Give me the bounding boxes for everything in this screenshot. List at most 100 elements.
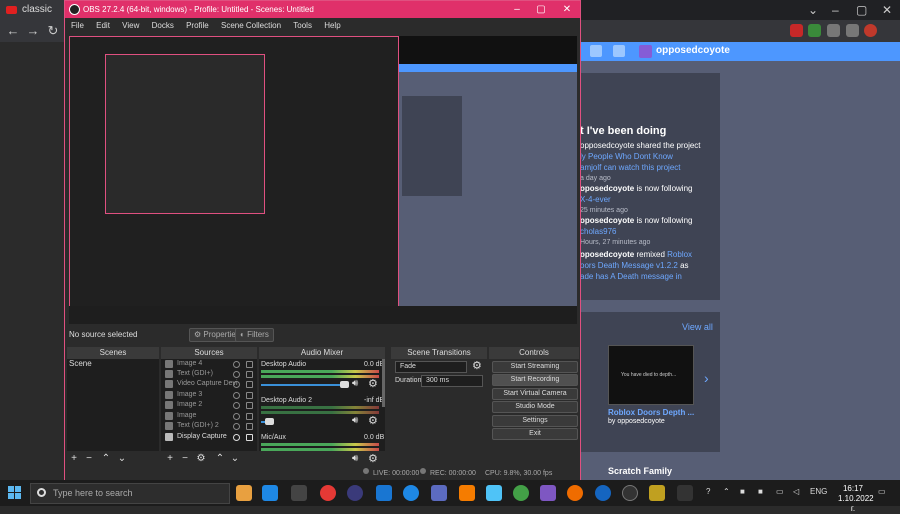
sidepanel-icon[interactable] (846, 24, 859, 37)
lock-icon[interactable] (246, 392, 253, 399)
app-icon[interactable] (376, 485, 392, 501)
gear-icon[interactable]: ⚙ (472, 359, 482, 372)
windows-start-icon[interactable] (8, 486, 22, 500)
eye-icon[interactable] (233, 381, 240, 388)
gear-icon[interactable]: ⚙ (368, 414, 378, 427)
menu-scene-collection[interactable]: Scene Collection (221, 21, 281, 30)
speaker-icon[interactable]: 🔊︎ (352, 378, 358, 389)
start-recording-button[interactable]: Start Recording (492, 374, 578, 386)
view-all-link[interactable]: View all (682, 322, 713, 332)
messages-icon[interactable] (590, 45, 602, 57)
scene-item[interactable]: Scene (69, 359, 157, 368)
gear-icon[interactable]: ⚙ (368, 452, 378, 465)
language-indicator[interactable]: ENG (810, 487, 827, 496)
vlc-icon[interactable] (459, 485, 475, 501)
dropbox-icon[interactable] (262, 485, 278, 501)
mail-icon[interactable] (431, 485, 447, 501)
extension-icon[interactable] (808, 24, 821, 37)
menu-file[interactable]: File (71, 21, 84, 30)
move-down-icon[interactable]: ⌄ (117, 453, 127, 465)
filters-button[interactable]: ◐ Filters (235, 328, 274, 342)
activity-user[interactable]: oposedcoyote (580, 184, 634, 193)
folder-icon[interactable] (613, 45, 625, 57)
eye-icon[interactable] (233, 402, 240, 409)
taskbar-clock[interactable]: 16:17 1.10.2022 г. (838, 484, 874, 514)
edge-icon[interactable] (403, 485, 419, 501)
avatar[interactable] (639, 45, 652, 58)
lock-icon[interactable] (246, 434, 253, 441)
menu-help[interactable]: Help (324, 21, 340, 30)
settings-button[interactable]: Settings (492, 415, 578, 427)
app-icon[interactable] (513, 485, 529, 501)
menu-edit[interactable]: Edit (96, 21, 110, 30)
extension-icon[interactable] (790, 24, 803, 37)
remove-icon[interactable]: − (180, 453, 190, 465)
activity-link[interactable]: amjolf can watch this project (580, 162, 720, 173)
menu-profile[interactable]: Profile (186, 21, 209, 30)
help-icon[interactable]: ? (706, 487, 710, 496)
forward-icon[interactable]: → (24, 20, 42, 42)
start-virtual-camera-button[interactable]: Start Virtual Camera (492, 388, 578, 400)
eye-icon[interactable] (233, 413, 240, 420)
move-down-icon[interactable]: ⌄ (230, 453, 240, 465)
app-icon[interactable] (486, 485, 502, 501)
tray-icon[interactable]: ■ (758, 487, 763, 496)
activity-link[interactable]: ade has A Death message in (580, 271, 720, 282)
lock-icon[interactable] (246, 371, 253, 378)
gear-icon[interactable]: ⚙ (368, 377, 378, 390)
source-item[interactable]: Image (177, 411, 196, 421)
tray-icon[interactable]: ■ (740, 487, 745, 496)
source-item[interactable]: Image 3 (177, 390, 202, 400)
notifications-icon[interactable]: ▭ (878, 487, 886, 496)
activity-user[interactable]: oposedcoyote (580, 216, 634, 225)
app-icon[interactable] (347, 485, 363, 501)
speaker-icon[interactable]: 🔊︎ (352, 415, 358, 426)
mixer-scrollbar[interactable] (382, 359, 385, 407)
volume-slider-knob[interactable] (340, 381, 349, 388)
app-icon[interactable] (677, 485, 693, 501)
file-explorer-icon[interactable] (236, 485, 252, 501)
project-author[interactable]: by opposedcoyote (608, 418, 665, 425)
obs-icon[interactable] (622, 485, 638, 501)
chevron-right-icon[interactable]: › (704, 370, 709, 386)
menu-docks[interactable]: Docks (152, 21, 174, 30)
gear-icon[interactable]: ⚙ (196, 453, 206, 465)
close-icon[interactable]: ✕ (555, 1, 579, 18)
project-thumbnail[interactable]: You have died to depth... (608, 345, 694, 405)
menu-tools[interactable]: Tools (293, 21, 312, 30)
exit-button[interactable]: Exit (492, 428, 578, 440)
source-item[interactable]: Image 4 (177, 359, 202, 369)
app-icon[interactable] (291, 485, 307, 501)
lock-icon[interactable] (246, 423, 253, 430)
move-up-icon[interactable]: ⌃ (215, 453, 225, 465)
minimize-icon[interactable]: – (505, 1, 529, 18)
remove-icon[interactable]: − (84, 453, 94, 465)
source-item[interactable]: Display Capture (177, 432, 227, 442)
minimize-icon[interactable]: – (832, 3, 839, 17)
lock-icon[interactable] (246, 413, 253, 420)
activity-user[interactable]: oposedcoyote (580, 250, 634, 259)
activity-link[interactable]: ly People Who Dont Know (580, 151, 720, 162)
activity-link[interactable]: X-4-ever (580, 194, 720, 205)
add-icon[interactable]: + (69, 453, 79, 465)
brave-icon[interactable] (567, 485, 583, 501)
speaker-icon[interactable]: 🔊︎ (352, 453, 358, 464)
close-icon[interactable]: ✕ (882, 3, 892, 17)
menu-view[interactable]: View (122, 21, 139, 30)
duration-input[interactable]: 300 ms (421, 375, 483, 387)
lock-icon[interactable] (246, 402, 253, 409)
volume-slider[interactable] (261, 384, 349, 386)
source-item[interactable]: Image 2 (177, 400, 202, 410)
back-icon[interactable]: ← (4, 20, 22, 42)
lock-icon[interactable] (246, 381, 253, 388)
volume-icon[interactable]: ◁ (793, 487, 799, 496)
activity-link[interactable]: cholas976 (580, 226, 720, 237)
app-icon[interactable] (649, 485, 665, 501)
move-up-icon[interactable]: ⌃ (101, 453, 111, 465)
project-title[interactable]: Roblox Doors Depth ... (608, 408, 694, 417)
eye-icon[interactable] (233, 434, 240, 441)
add-icon[interactable]: + (165, 453, 175, 465)
transition-select[interactable]: Fade (395, 361, 467, 373)
app-icon[interactable] (540, 485, 556, 501)
source-item[interactable]: Text (GDI+) 2 (177, 421, 219, 431)
